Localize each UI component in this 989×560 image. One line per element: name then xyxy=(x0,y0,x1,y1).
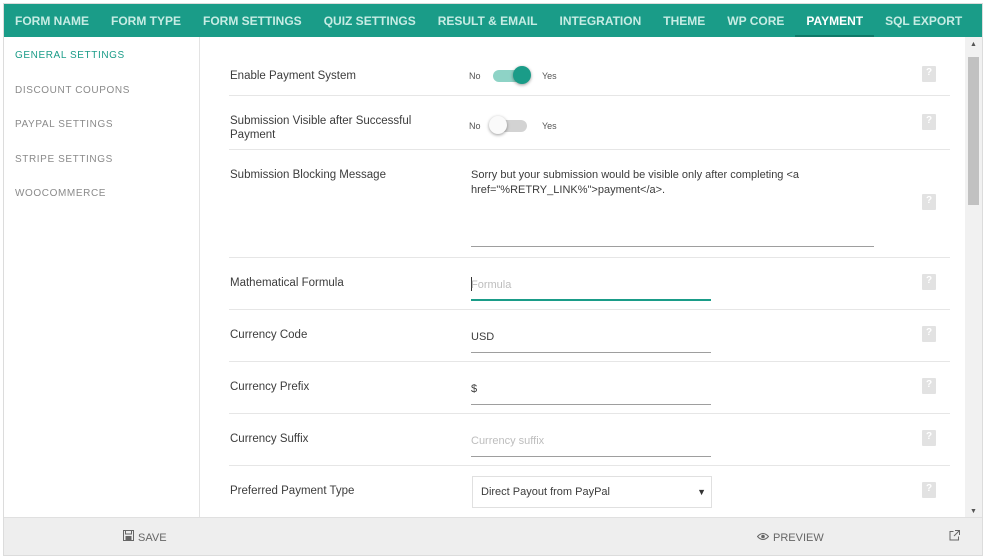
enable-payment-toggle[interactable]: No Yes xyxy=(469,66,557,84)
top-navigation: FORM NAME FORM TYPE FORM SETTINGS QUIZ S… xyxy=(4,4,982,37)
external-link-button[interactable] xyxy=(949,518,964,555)
formula-input[interactable]: Formula xyxy=(471,279,511,291)
currency-code-input[interactable]: USD xyxy=(471,331,494,343)
currency-prefix-input[interactable]: $ xyxy=(471,383,477,395)
tab-theme[interactable]: THEME xyxy=(652,4,716,37)
help-icon[interactable] xyxy=(922,378,936,394)
eye-icon xyxy=(756,518,770,555)
scrollbar-thumb[interactable] xyxy=(968,57,979,205)
help-icon[interactable] xyxy=(922,114,936,130)
toggle-yes-label: Yes xyxy=(542,71,557,81)
setting-row-formula: Mathematical Formula Formula xyxy=(229,258,950,310)
footer-bar: SAVE PREVIEW xyxy=(4,517,982,555)
formula-label: Mathematical Formula xyxy=(230,277,344,289)
help-icon[interactable] xyxy=(922,194,936,210)
payment-type-select[interactable]: Direct Payout from PayPal ▼ xyxy=(472,476,712,508)
currency-prefix-underline xyxy=(471,404,711,405)
scroll-down-arrow-icon[interactable]: ▼ xyxy=(965,508,982,515)
tab-form-name[interactable]: FORM NAME xyxy=(4,4,100,37)
currency-suffix-input[interactable]: Currency suffix xyxy=(471,435,544,447)
preview-button[interactable]: PREVIEW xyxy=(756,518,824,555)
submission-visible-label: Submission Visible after Successful Paym… xyxy=(230,115,412,141)
tab-wp-core[interactable]: WP CORE xyxy=(716,4,795,37)
floppy-disk-icon xyxy=(123,518,134,555)
setting-row-blocking-message: Submission Blocking Message Sorry but yo… xyxy=(229,150,950,258)
tab-form-type[interactable]: FORM TYPE xyxy=(100,4,192,37)
enable-payment-label: Enable Payment System xyxy=(230,70,356,82)
formula-underline xyxy=(471,299,711,301)
save-label: SAVE xyxy=(138,532,167,544)
help-icon[interactable] xyxy=(922,274,936,290)
sidebar-item-discount-coupons[interactable]: DISCOUNT COUPONS xyxy=(4,72,199,107)
dropdown-arrow-icon: ▼ xyxy=(697,487,706,497)
tab-integration[interactable]: INTEGRATION xyxy=(548,4,652,37)
preview-label: PREVIEW xyxy=(773,532,824,544)
toggle-yes-label: Yes xyxy=(542,121,557,131)
currency-code-label: Currency Code xyxy=(230,329,308,341)
tab-quiz-settings[interactable]: QUIZ SETTINGS xyxy=(313,4,427,37)
toggle-no-label: No xyxy=(469,71,481,81)
blocking-message-textarea[interactable]: Sorry but your submission would be visib… xyxy=(471,168,874,198)
setting-row-currency-prefix: Currency Prefix $ xyxy=(229,362,950,414)
tab-sql-export[interactable]: SQL EXPORT xyxy=(874,4,973,37)
toggle-knob[interactable] xyxy=(513,66,531,84)
currency-prefix-label: Currency Prefix xyxy=(230,381,310,393)
tab-payment[interactable]: PAYMENT xyxy=(795,4,874,37)
setting-row-submission-visible: Submission Visible after Successful Paym… xyxy=(229,96,950,150)
sidebar-item-paypal-settings[interactable]: PAYPAL SETTINGS xyxy=(4,106,199,141)
blocking-message-label: Submission Blocking Message xyxy=(230,169,386,181)
tab-form-settings[interactable]: FORM SETTINGS xyxy=(192,4,313,37)
sidebar-item-stripe-settings[interactable]: STRIPE SETTINGS xyxy=(4,141,199,176)
setting-row-currency-suffix: Currency Suffix Currency suffix xyxy=(229,414,950,466)
setting-row-enable-payment: Enable Payment System No Yes xyxy=(229,37,950,96)
setting-row-payment-type: Preferred Payment Type Direct Payout fro… xyxy=(229,466,950,517)
help-icon[interactable] xyxy=(922,482,936,498)
help-icon[interactable] xyxy=(922,430,936,446)
toggle-switch[interactable] xyxy=(493,66,531,84)
setting-row-currency-code: Currency Code USD xyxy=(229,310,950,362)
save-button[interactable]: SAVE xyxy=(123,518,167,555)
sidebar-item-woocommerce[interactable]: WOOCOMMERCE xyxy=(4,175,199,210)
settings-panel: Enable Payment System No Yes Submission … xyxy=(201,37,965,517)
help-icon[interactable] xyxy=(922,326,936,342)
external-link-icon xyxy=(949,518,960,555)
sidebar-item-general-settings[interactable]: GENERAL SETTINGS xyxy=(4,37,199,72)
toggle-switch[interactable] xyxy=(489,116,527,134)
payment-type-selected-value: Direct Payout from PayPal xyxy=(481,486,610,498)
textarea-underline xyxy=(471,246,874,247)
vertical-scrollbar[interactable]: ▲ ▼ xyxy=(965,37,982,517)
currency-code-underline xyxy=(471,352,711,353)
currency-suffix-underline xyxy=(471,456,711,457)
payment-type-label: Preferred Payment Type xyxy=(230,485,355,497)
form-builder-window: FORM NAME FORM TYPE FORM SETTINGS QUIZ S… xyxy=(3,3,983,556)
currency-suffix-label: Currency Suffix xyxy=(230,433,309,445)
submission-visible-toggle[interactable]: No Yes xyxy=(469,116,557,134)
help-icon[interactable] xyxy=(922,66,936,82)
scroll-up-arrow-icon[interactable]: ▲ xyxy=(965,41,982,48)
toggle-knob[interactable] xyxy=(489,116,507,134)
tab-result-email[interactable]: RESULT & EMAIL xyxy=(427,4,549,37)
sidebar: GENERAL SETTINGS DISCOUNT COUPONS PAYPAL… xyxy=(4,37,200,517)
